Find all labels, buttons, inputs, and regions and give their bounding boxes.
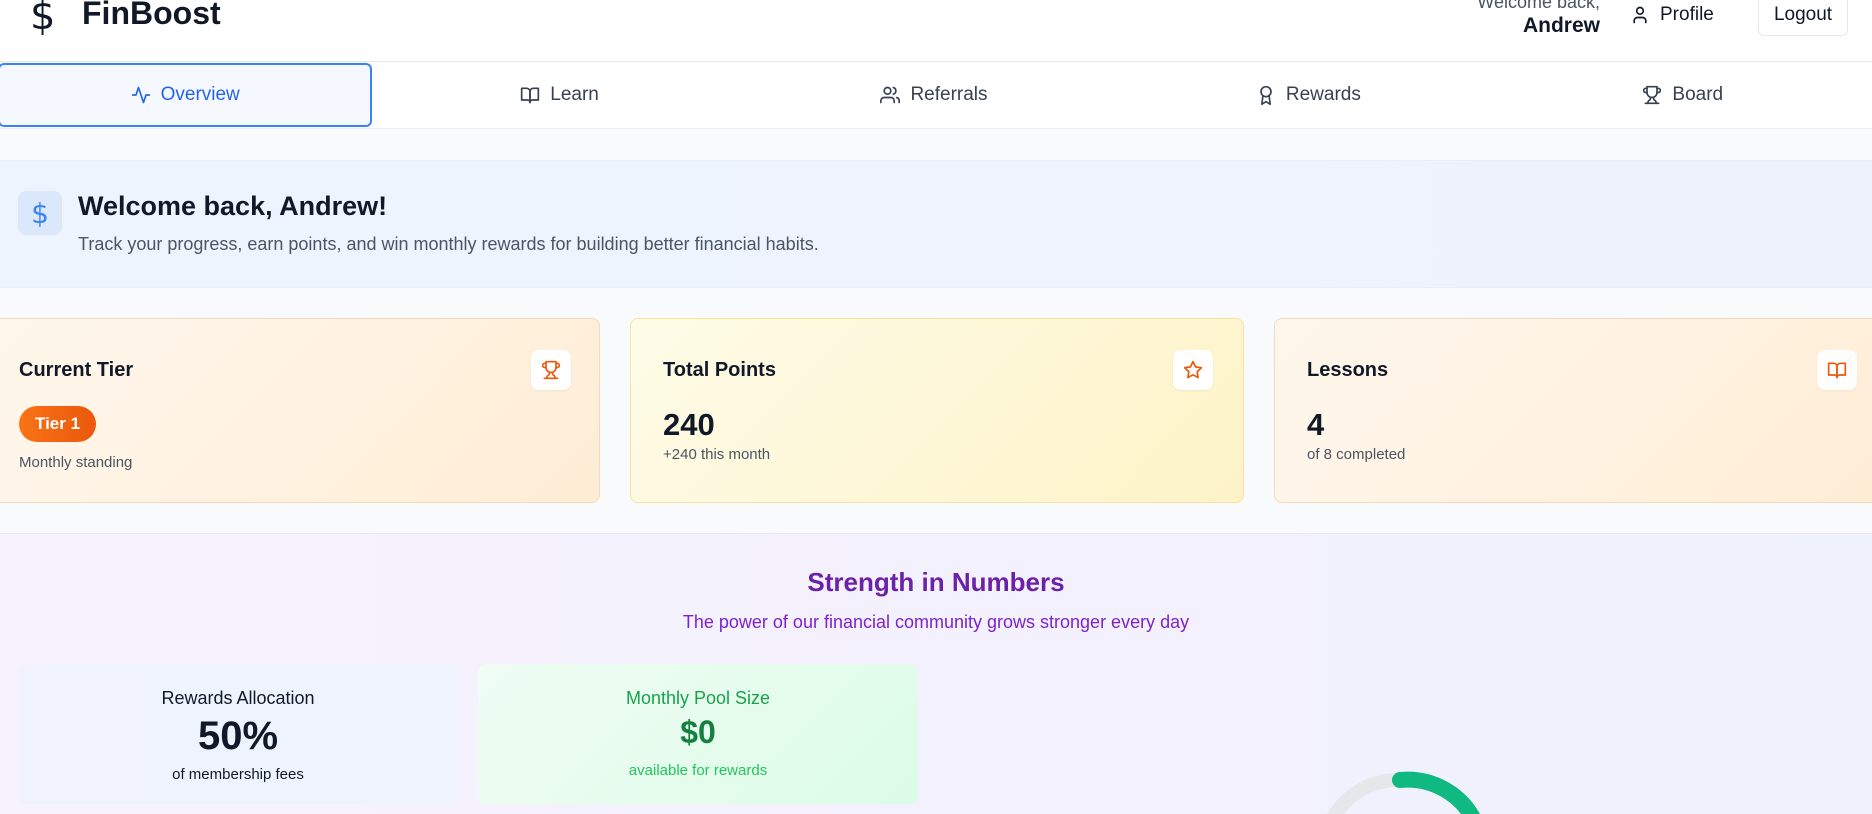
- tab-referrals[interactable]: Referrals: [747, 63, 1121, 127]
- card-title: Total Points: [663, 359, 776, 381]
- current-tier-card: Current Tier Tier 1 Monthly standing: [0, 318, 600, 503]
- award-icon: [1260, 85, 1272, 105]
- tab-board[interactable]: Board: [1496, 63, 1870, 127]
- lessons-note: of 8 completed: [1307, 446, 1406, 463]
- tab-label: Referrals: [910, 84, 988, 105]
- welcome-banner: $ Welcome back, Andrew! Track your progr…: [0, 160, 1872, 288]
- profile-button[interactable]: Profile: [1630, 0, 1714, 30]
- welcome-label: Welcome back,: [1477, 0, 1600, 12]
- pool-note: available for rewards: [628, 762, 768, 779]
- card-title: Lessons: [1307, 359, 1389, 381]
- trophy-icon: [1643, 85, 1662, 105]
- users-icon: [880, 86, 901, 104]
- tab-overview[interactable]: Overview: [0, 63, 373, 127]
- trophy-icon: [531, 350, 571, 390]
- profile-label: Profile: [1660, 4, 1714, 25]
- allocation-label: Rewards Allocation: [161, 688, 315, 708]
- tab-learn[interactable]: Learn: [372, 63, 746, 127]
- logout-button[interactable]: Logout: [1758, 0, 1848, 36]
- tab-label: Overview: [160, 84, 240, 105]
- book-open-icon: [521, 87, 540, 104]
- star-icon: [1173, 350, 1213, 390]
- dollar-logo-icon: $: [30, 0, 56, 39]
- pool-value: $0: [680, 714, 716, 750]
- community-gauge: [1327, 771, 1480, 814]
- book-open-icon: [1817, 350, 1857, 390]
- tab-label: Board: [1672, 84, 1724, 105]
- card-title: Current Tier: [19, 359, 134, 381]
- community-subtitle: The power of our financial community gro…: [682, 612, 1190, 632]
- brand-name: FinBoost: [82, 0, 221, 31]
- points-value: 240: [663, 407, 715, 442]
- rewards-allocation-card: Rewards Allocation 50% of membership fee…: [18, 664, 458, 804]
- community-title: Strength in Numbers: [807, 567, 1065, 597]
- allocation-value: 50%: [197, 714, 279, 758]
- tier-badge: Tier 1: [19, 406, 97, 442]
- banner-subtitle: Track your progress, earn points, and wi…: [78, 234, 819, 254]
- points-note: +240 this month: [663, 446, 771, 463]
- tab-label: Learn: [550, 84, 599, 105]
- activity-icon: [131, 86, 150, 104]
- dollar-icon: $: [18, 191, 62, 235]
- banner-title: Welcome back, Andrew!: [78, 191, 388, 221]
- monthly-pool-card: Monthly Pool Size $0 available for rewar…: [478, 664, 918, 804]
- community-section: Strength in Numbers The power of our fin…: [0, 533, 1872, 814]
- tab-label: Rewards: [1285, 84, 1361, 105]
- user-icon: [1633, 6, 1647, 24]
- lessons-card: Lessons 4 of 8 completed: [1274, 318, 1872, 503]
- tier-note: Monthly standing: [19, 454, 133, 471]
- lessons-value: 4: [1307, 407, 1325, 442]
- pool-label: Monthly Pool Size: [625, 688, 771, 708]
- main-tabs: Overview Learn Referrals Rewards Board: [0, 63, 1872, 129]
- allocation-note: of membership fees: [172, 766, 304, 783]
- total-points-card: Total Points 240 +240 this month: [630, 318, 1244, 503]
- user-name: Andrew: [1522, 14, 1600, 37]
- top-header: $ FinBoost Welcome back, Andrew Profile …: [0, 0, 1872, 62]
- tab-rewards[interactable]: Rewards: [1121, 63, 1495, 127]
